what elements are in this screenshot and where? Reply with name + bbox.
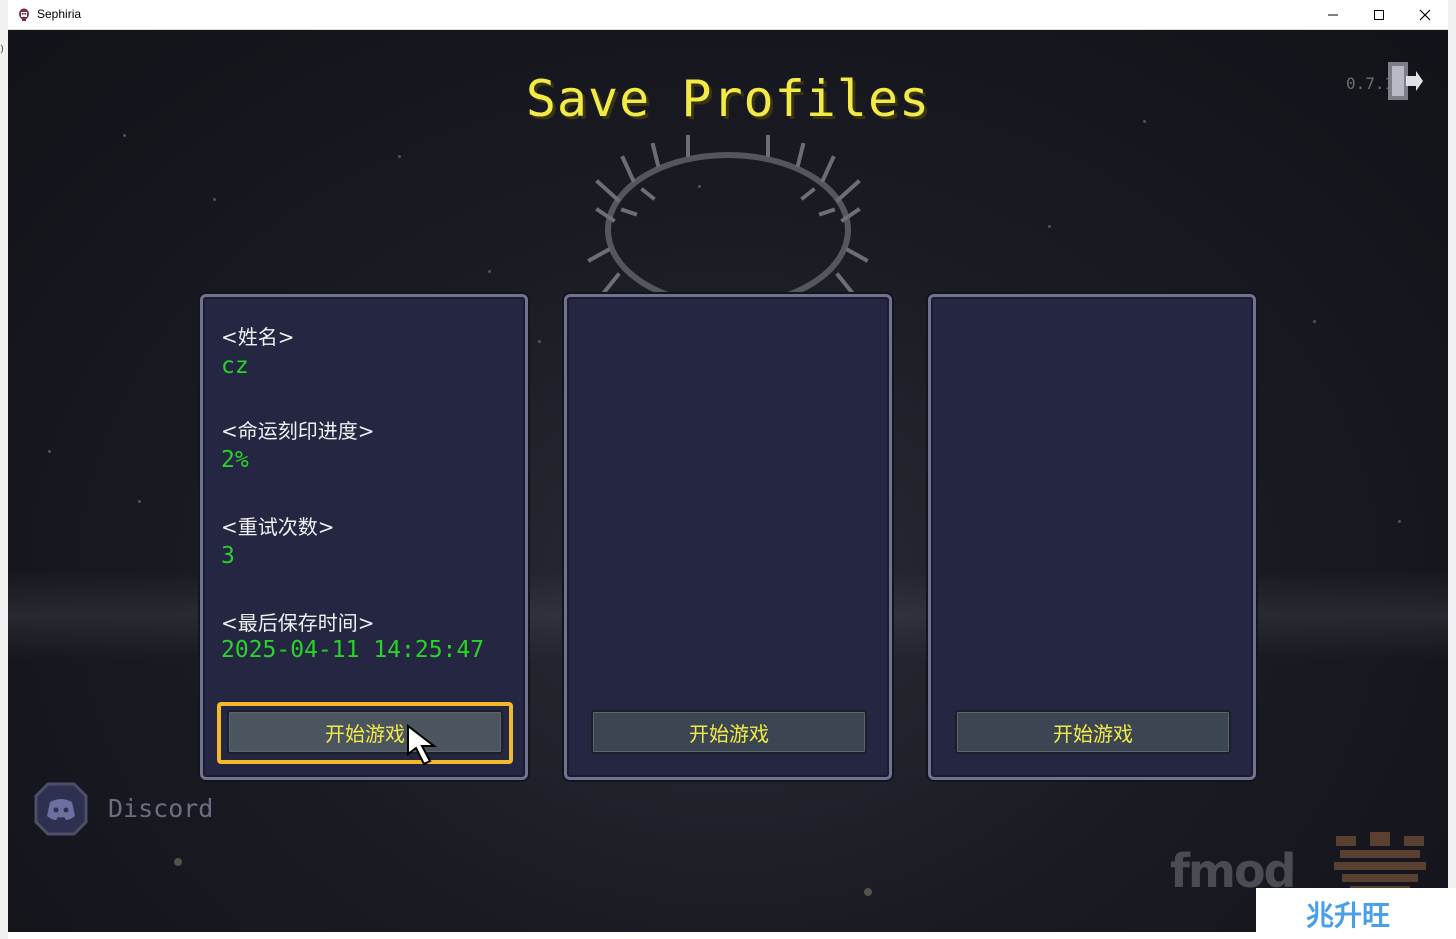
- discord-icon[interactable]: [34, 782, 88, 836]
- left-window-edge: ): [0, 0, 8, 939]
- window-titlebar[interactable]: Sephiria: [8, 0, 1448, 30]
- background-star: [1313, 320, 1316, 323]
- background-star: [123, 134, 126, 137]
- background-star: [1048, 225, 1051, 228]
- profile-field-value: 2025-04-11 14:25:47: [221, 637, 485, 663]
- background-star: [538, 340, 541, 343]
- background-star: [213, 198, 216, 201]
- background-star: [48, 450, 51, 453]
- exit-door-icon[interactable]: [1384, 58, 1424, 104]
- profile-field-label: <最后保存时间>: [221, 611, 375, 635]
- save-profile-card-2[interactable]: 开始游戏: [564, 294, 892, 780]
- save-profile-card-3[interactable]: 开始游戏: [928, 294, 1256, 780]
- background-star: [1398, 520, 1401, 523]
- app-icon: [19, 8, 29, 21]
- close-button[interactable]: [1402, 0, 1448, 30]
- thorn-wreath-decoration: [587, 135, 869, 308]
- discord-label[interactable]: Discord: [108, 794, 213, 823]
- right-window-edge: [1448, 0, 1456, 939]
- save-profile-card-1[interactable]: <姓名> cz <命运刻印进度> 2% <重试次数> 3 <最后保存时间> 20…: [200, 294, 528, 780]
- close-icon: [1419, 9, 1431, 21]
- background-star: [138, 500, 141, 503]
- game-viewport[interactable]: Save Profiles 0.7.1 <姓名> cz <命运刻印进度> 2% …: [8, 30, 1448, 932]
- watermark-text: 兆升旺: [1306, 899, 1391, 932]
- profile-field-label: <命运刻印进度>: [221, 419, 375, 443]
- watermark: 兆升旺: [1256, 888, 1456, 939]
- background-orb: [864, 888, 872, 896]
- maximize-button[interactable]: [1356, 0, 1402, 30]
- mouse-cursor-icon: [407, 724, 437, 766]
- background-star: [398, 155, 401, 158]
- profile-field-value: 3: [221, 543, 235, 569]
- studio-logo-icon: [1334, 832, 1426, 894]
- window-title: Sephiria: [37, 7, 82, 21]
- start-game-button-3[interactable]: 开始游戏: [955, 710, 1231, 754]
- profile-field-label: <姓名>: [221, 325, 295, 349]
- profile-field-label: <重试次数>: [221, 515, 335, 539]
- left-edge-text: ): [0, 44, 4, 55]
- start-game-button-2[interactable]: 开始游戏: [591, 710, 867, 754]
- minimize-button[interactable]: [1310, 0, 1356, 30]
- background-orb: [174, 858, 182, 866]
- start-game-button-1[interactable]: 开始游戏: [227, 710, 503, 754]
- page-title: Save Profiles: [525, 70, 931, 128]
- background-star: [488, 270, 491, 273]
- profile-field-value: 2%: [221, 447, 249, 473]
- minimize-icon: [1328, 14, 1338, 16]
- profile-field-value: cz: [221, 353, 249, 379]
- maximize-icon: [1374, 10, 1384, 20]
